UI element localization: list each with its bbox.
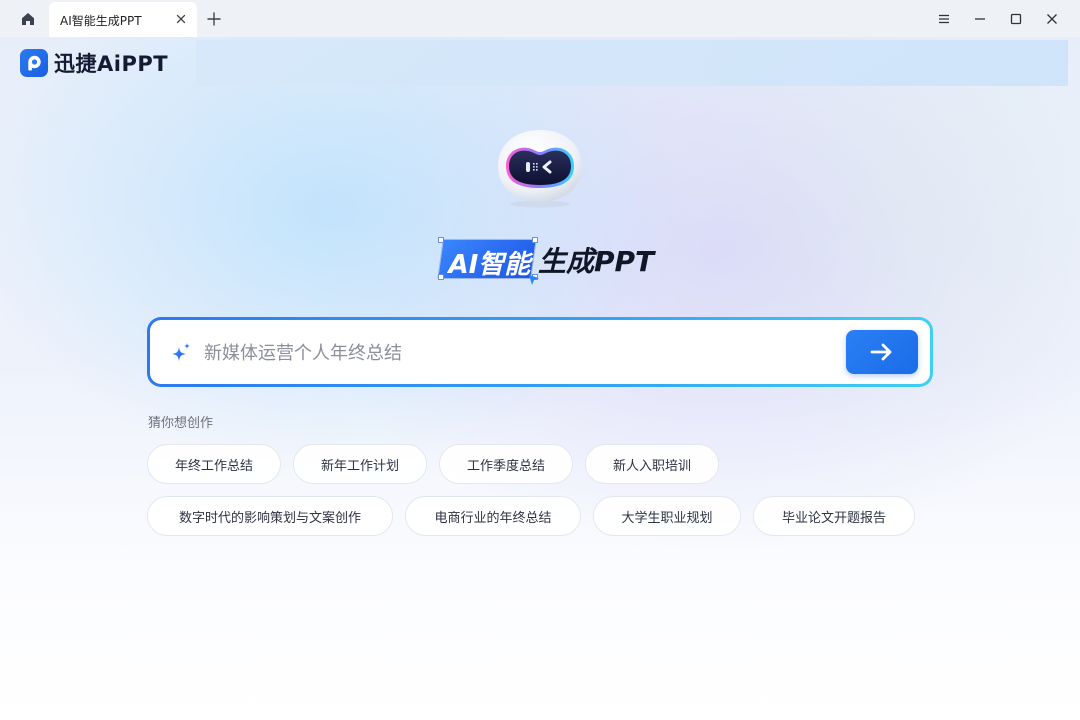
suggestions-title: 猜你想创作 (148, 416, 214, 431)
suggestion-chip[interactable]: 新人入职培训 (585, 444, 719, 484)
maximize-icon (1010, 13, 1022, 25)
suggestion-chip[interactable]: 工作季度总结 (439, 444, 573, 484)
brand-name: 迅捷AiPPT (54, 52, 169, 76)
suggestion-row: 年终工作总结 新年工作计划 工作季度总结 新人入职培训 (147, 444, 719, 484)
selection-handle (438, 237, 444, 243)
close-icon (1047, 14, 1057, 24)
prompt-input[interactable] (202, 334, 836, 372)
minimize-button[interactable] (970, 9, 990, 29)
brand-logo-icon (20, 49, 48, 77)
menu-icon (939, 14, 949, 24)
hero-rest-text: 生成PPT (538, 245, 655, 278)
tab-bar: AI智能生成PPT (0, 0, 1080, 37)
hero-badge: AI智能 (437, 239, 537, 280)
hero-title: AI智能 生成PPT (437, 236, 658, 286)
home-icon (22, 13, 34, 25)
prompt-box (147, 317, 933, 387)
prompt-box-inner (150, 320, 930, 384)
robot-mascot (498, 130, 582, 208)
suggestion-chip[interactable]: 电商行业的年终总结 (405, 496, 581, 536)
brand[interactable]: 迅捷AiPPT (20, 48, 168, 78)
menu-button[interactable] (934, 9, 954, 29)
close-window-button[interactable] (1042, 9, 1062, 29)
minimize-icon (975, 18, 985, 20)
maximize-button[interactable] (1006, 9, 1026, 29)
arrow-right-icon (870, 343, 892, 361)
suggestion-chip[interactable]: 数字时代的影响策划与文案创作 (147, 496, 393, 536)
header-banner (196, 40, 1068, 86)
hero-badge-text: AI智能 (448, 250, 531, 280)
plus-icon[interactable] (204, 9, 224, 29)
suggestion-chip[interactable]: 毕业论文开题报告 (753, 496, 915, 536)
app-window: AI智能生成PPT 迅捷AiPPT AI智能 生成PPT 新媒体运营个人年终总结… (0, 0, 1080, 720)
tab-ai-ppt[interactable]: AI智能生成PPT (49, 2, 197, 37)
sparkle-icon (172, 343, 190, 361)
suggestion-row: 数字时代的影响策划与文案创作 电商行业的年终总结 大学生职业规划 毕业论文开题报… (147, 496, 915, 536)
generate-button[interactable] (846, 330, 918, 374)
suggestion-chip[interactable]: 新年工作计划 (293, 444, 427, 484)
tab-title: AI智能生成PPT (60, 14, 142, 28)
close-icon[interactable] (175, 13, 187, 25)
suggestion-chip[interactable]: 年终工作总结 (147, 444, 281, 484)
suggestion-chip[interactable]: 大学生职业规划 (593, 496, 741, 536)
home-button[interactable] (14, 6, 42, 32)
selection-handle (438, 274, 444, 280)
